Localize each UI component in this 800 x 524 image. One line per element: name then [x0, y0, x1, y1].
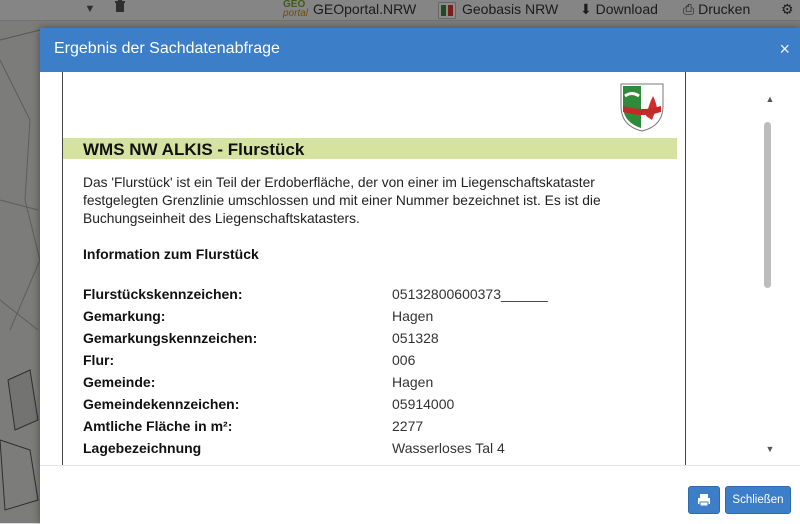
- scrollbar-thumb[interactable]: [764, 122, 771, 288]
- row-label: Amtliche Fläche in m²:: [83, 418, 233, 434]
- table-row: Flur: 006: [83, 352, 663, 372]
- row-value: 006: [392, 352, 416, 368]
- table-row: Gemeindekennzeichen: 05914000: [83, 396, 663, 416]
- section-title: Information zum Flurstück: [83, 246, 259, 262]
- row-label: Flur:: [83, 352, 115, 368]
- document-title-bar: WMS NW ALKIS - Flurstück: [63, 138, 677, 159]
- print-button[interactable]: [688, 486, 720, 514]
- row-value: Wasserloses Tal 4: [392, 440, 505, 456]
- document-heading: WMS NW ALKIS - Flurstück: [83, 140, 305, 159]
- document-description: Das 'Flurstück' ist ein Teil der Erdober…: [83, 175, 601, 226]
- close-icon[interactable]: ×: [779, 40, 790, 58]
- vertical-scrollbar[interactable]: ▲ ▼: [760, 72, 780, 465]
- result-dialog: Ergebnis der Sachdatenabfrage × WMS NW A…: [40, 28, 800, 524]
- row-value: Hagen: [392, 374, 434, 390]
- row-label: Flurstückskennzeichen:: [83, 286, 243, 302]
- row-value: 2277: [392, 418, 424, 434]
- row-value: 051328: [392, 330, 439, 346]
- dialog-header: Ergebnis der Sachdatenabfrage ×: [40, 28, 800, 72]
- close-button[interactable]: Schließen: [725, 486, 791, 514]
- table-row: Gemeinde: Hagen: [83, 374, 663, 394]
- row-value: 05914000: [392, 396, 455, 412]
- table-row: Lagebezeichnung Wasserloses Tal 4: [83, 440, 663, 460]
- row-label: Gemarkung:: [83, 308, 166, 324]
- dialog-body[interactable]: WMS NW ALKIS - Flurstück Das 'Flurstück'…: [40, 72, 800, 465]
- row-label: Gemeindekennzeichen:: [83, 396, 240, 412]
- printer-icon: [698, 494, 710, 507]
- row-label: Lagebezeichnung: [83, 440, 202, 456]
- row-label: Gemeinde:: [83, 374, 156, 390]
- scroll-down-icon[interactable]: ▼: [760, 444, 780, 454]
- dialog-footer: Schließen: [40, 465, 800, 524]
- nrw-crest-icon: [620, 83, 664, 132]
- table-row: Gemarkung: Hagen: [83, 308, 663, 328]
- table-row: Flurstückskennzeichen: 05132800600373___…: [83, 286, 663, 306]
- scroll-up-icon[interactable]: ▲: [760, 94, 780, 104]
- table-row: Gemarkungskennzeichen: 051328: [83, 330, 663, 350]
- table-row: Amtliche Fläche in m²: 2277: [83, 418, 663, 438]
- row-label: Gemarkungskennzeichen:: [83, 330, 258, 346]
- row-value: 05132800600373______: [392, 286, 548, 302]
- result-document: WMS NW ALKIS - Flurstück Das 'Flurstück'…: [62, 72, 686, 465]
- row-value: Hagen: [392, 308, 434, 324]
- dialog-title: Ergebnis der Sachdatenabfrage: [54, 40, 280, 57]
